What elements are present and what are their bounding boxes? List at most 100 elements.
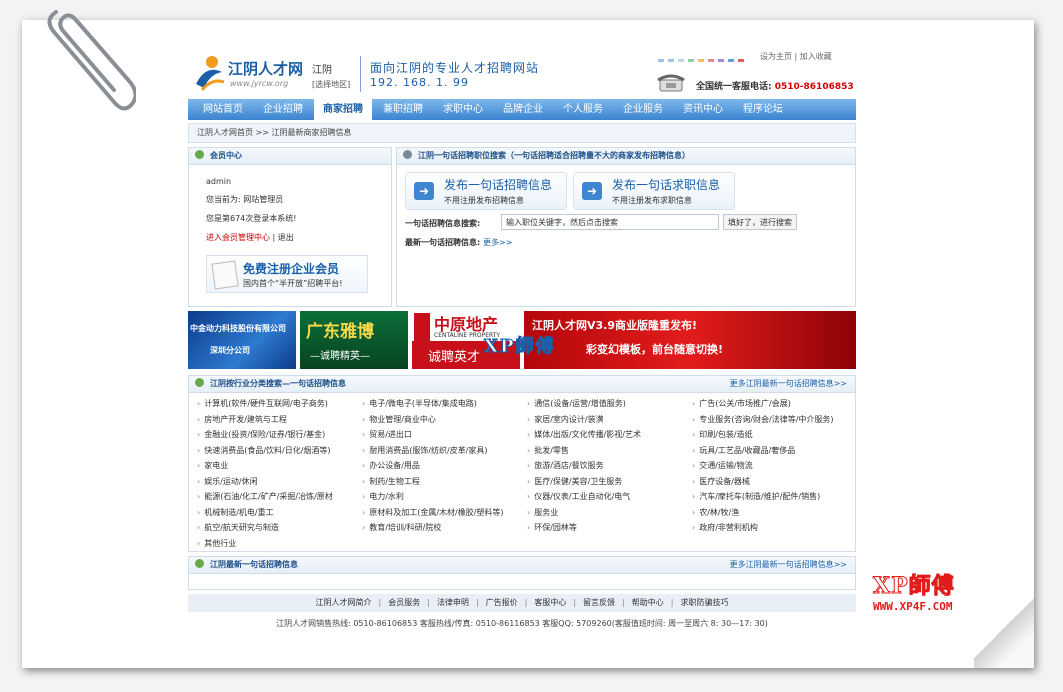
category-link[interactable]: 计算机(软件/硬件互联网/电子商务) <box>197 396 362 412</box>
skin-dot[interactable] <box>668 59 674 62</box>
category-link[interactable]: 玩具/工艺品/收藏品/奢侈品 <box>692 443 857 459</box>
latest-jobs-title: 江阴最新一句话招聘信息 <box>210 560 298 569</box>
keyword-input[interactable] <box>501 214 719 230</box>
skin-dot[interactable] <box>688 59 694 62</box>
footer-link[interactable]: 广告报价 <box>479 598 525 607</box>
category-link[interactable]: 其他行业 <box>197 536 362 552</box>
city-select-link[interactable]: [选择地区] <box>312 79 350 90</box>
footer-link[interactable]: 帮助中心 <box>625 598 671 607</box>
category-link[interactable]: 金融业(投资/保险/证券/银行/基金) <box>197 427 362 443</box>
category-link[interactable]: 贸易/进出口 <box>362 427 527 443</box>
nav-item[interactable]: 商家招聘 <box>314 99 372 120</box>
category-link[interactable]: 通信(设备/运营/增值服务) <box>527 396 692 412</box>
category-link[interactable]: 印刷/包装/造纸 <box>692 427 857 443</box>
nav-item[interactable]: 程序论坛 <box>734 99 792 120</box>
category-link[interactable]: 物业管理/商业中心 <box>362 412 527 428</box>
latest-more-link[interactable]: 更多江阴最新一句话招聘信息>> <box>730 557 847 573</box>
category-link[interactable]: 医疗/保健/美容/卫生服务 <box>527 474 692 490</box>
publish-resume-title: 发布一句话求职信息 <box>612 178 721 192</box>
footer-link[interactable]: 会员服务 <box>381 598 427 607</box>
nav-item[interactable]: 个人服务 <box>554 99 612 120</box>
footer-info: 江阴人才网销售热线: 0510-86106853 客服热线/传真: 0510-8… <box>276 619 768 628</box>
footer-link[interactable]: 留言反馈 <box>576 598 622 607</box>
member-center-header: 会员中心 <box>189 148 391 165</box>
top-links[interactable]: 设为主页 | 加入收藏 <box>760 51 832 62</box>
center-watermark: XP師傅 <box>484 336 556 358</box>
industry-category-header: 江阴按行业分类搜索—一句话招聘信息 更多江阴最新一句话招聘信息>> <box>189 376 855 393</box>
banner-yabo-line2: —诚聘精英— <box>310 351 370 362</box>
logo-mark-icon <box>196 56 225 91</box>
category-link[interactable]: 广告(公关/市场推广/会展) <box>692 396 857 412</box>
category-link[interactable]: 娱乐/运动/休闲 <box>197 474 362 490</box>
latest-jobs-header: 江阴最新一句话招聘信息 更多江阴最新一句话招聘信息>> <box>189 557 855 574</box>
category-link[interactable]: 环保/园林等 <box>527 520 692 536</box>
category-link[interactable]: 原材料及加工(金属/木材/橡胶/塑料等) <box>362 505 527 521</box>
latest-more-link[interactable]: 更多>> <box>483 238 512 247</box>
category-link[interactable]: 服务业 <box>527 505 692 521</box>
category-link[interactable]: 房地产开发/建筑与工程 <box>197 412 362 428</box>
category-link[interactable]: 能源(石油/化工/矿产/采掘/冶炼/原材 <box>197 489 362 505</box>
ip-address: 192. 168. 1. 99 <box>370 76 469 89</box>
category-link[interactable]: 电子/微电子(半导体/集成电路) <box>362 396 527 412</box>
category-link[interactable]: 政府/非营利机构 <box>692 520 857 536</box>
skin-dot[interactable] <box>678 59 684 62</box>
search-globe-icon <box>403 150 412 159</box>
category-link[interactable]: 农/林/牧/渔 <box>692 505 857 521</box>
skin-dot[interactable] <box>658 59 664 62</box>
keyword-label: 一句话招聘信息搜索: <box>405 219 481 228</box>
category-link[interactable]: 办公设备/用品 <box>362 458 527 474</box>
category-link[interactable]: 快速消费品(食品/饮料/日化/烟酒等) <box>197 443 362 459</box>
register-company-button[interactable]: 免费注册企业会员 国内首个“半开放”招聘平台! <box>206 255 368 293</box>
footer-link[interactable]: 江阴人才网简介 <box>309 598 379 607</box>
paperclip-icon <box>47 10 136 111</box>
category-link[interactable]: 教育/培训/科研/院校 <box>362 520 527 536</box>
slogan: 面向江阴的专业人才招聘网站 <box>370 61 540 75</box>
footer-link[interactable]: 求职防骗技巧 <box>673 598 735 607</box>
search-button[interactable]: 填好了，进行搜索 <box>723 214 797 230</box>
category-link[interactable]: 专业服务(咨询/财会/法律等/中介服务) <box>692 412 857 428</box>
category-link[interactable]: 电力/水利 <box>362 489 527 505</box>
color-skin-dots[interactable] <box>658 55 748 65</box>
category-link[interactable]: 家电业 <box>197 458 362 474</box>
skin-dot[interactable] <box>738 59 744 62</box>
banner-yabo-line1: 广东雅博 <box>306 322 374 342</box>
logout-link[interactable]: 退出 <box>278 233 294 242</box>
category-link[interactable]: 机械制造/机电/重工 <box>197 505 362 521</box>
skin-dot[interactable] <box>718 59 724 62</box>
register-title: 免费注册企业会员 <box>243 262 340 276</box>
nav-item[interactable]: 求职中心 <box>434 99 492 120</box>
category-link[interactable]: 航空/航天研究与制造 <box>197 520 362 536</box>
nav-item[interactable]: 企业服务 <box>614 99 672 120</box>
header-divider <box>360 56 361 92</box>
publish-job-button[interactable]: ➜ 发布一句话招聘信息 不用注册发布招聘信息 <box>405 172 567 210</box>
banner-v39-release[interactable]: 江阴人才网V3.9商业版隆重发布! 彩变幻模板，前台随意切换! <box>524 311 856 369</box>
category-link[interactable]: 医疗设备/器械 <box>692 474 857 490</box>
category-link[interactable]: 旅游/酒店/餐饮服务 <box>527 458 692 474</box>
nav-item[interactable]: 兼职招聘 <box>374 99 432 120</box>
category-link[interactable]: 制药/生物工程 <box>362 474 527 490</box>
skin-dot[interactable] <box>698 59 704 62</box>
manage-center-link[interactable]: 进入会员管理中心 <box>206 233 270 242</box>
skin-dot[interactable] <box>728 59 734 62</box>
category-link[interactable]: 仪器/仪表/工业自动化/电气 <box>527 489 692 505</box>
category-link[interactable]: 汽车/摩托车(制造/维护/配件/销售) <box>692 489 857 505</box>
category-more-link[interactable]: 更多江阴最新一句话招聘信息>> <box>730 376 847 392</box>
banner-guangdong-yabo[interactable]: 广东雅博 —诚聘精英— <box>300 311 408 369</box>
category-link[interactable]: 媒体/出版/文化传播/影视/艺术 <box>527 427 692 443</box>
skin-dot[interactable] <box>708 59 714 62</box>
category-link[interactable]: 家居/室内设计/装潢 <box>527 412 692 428</box>
banner-zhongjin[interactable]: 中金动力科技股份有限公司 深圳分公司 <box>188 311 296 369</box>
logo-text[interactable]: 江阴人才网 <box>228 58 303 79</box>
nav-item[interactable]: 品牌企业 <box>494 99 552 120</box>
footer-link[interactable]: 法律申明 <box>430 598 476 607</box>
nav-item[interactable]: 资讯中心 <box>674 99 732 120</box>
nav-item[interactable]: 网站首页 <box>194 99 252 120</box>
category-link[interactable]: 交通/运输/物流 <box>692 458 857 474</box>
category-link[interactable]: 批发/零售 <box>527 443 692 459</box>
category-link[interactable]: 耐用消费品(服饰/纺织/皮革/家具) <box>362 443 527 459</box>
arrow-right-icon: ➜ <box>582 182 602 200</box>
user-role: 您当前为: 网站管理员 <box>206 195 284 204</box>
publish-resume-button[interactable]: ➜ 发布一句话求职信息 不用注册发布求职信息 <box>573 172 735 210</box>
nav-item[interactable]: 企业招聘 <box>254 99 312 120</box>
footer-link[interactable]: 客服中心 <box>527 598 573 607</box>
